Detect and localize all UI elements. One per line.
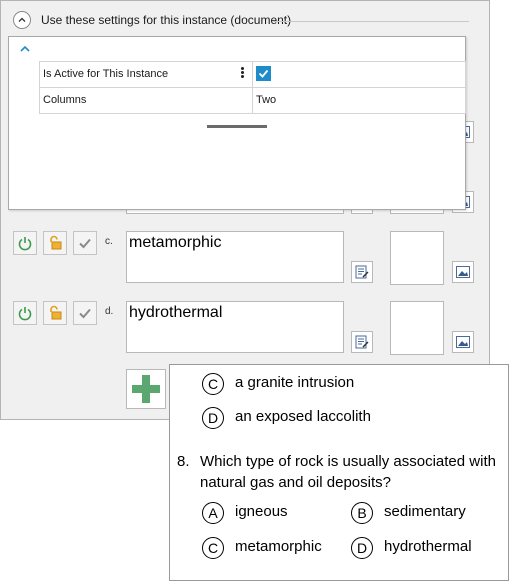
option-letter-circle: A	[202, 502, 224, 524]
mark-correct-button[interactable]	[73, 231, 97, 255]
property-name: Columns	[39, 88, 253, 113]
property-label: Columns	[43, 94, 87, 106]
toggle-active-button[interactable]	[13, 231, 37, 255]
answer-row-d-controls	[13, 301, 97, 325]
option-text: igneous	[235, 503, 288, 520]
toggle-active-button[interactable]	[13, 301, 37, 325]
power-icon	[18, 237, 32, 251]
collapse-popup-button[interactable]	[17, 41, 33, 57]
edit-answer-button-d[interactable]	[351, 331, 373, 353]
option-letter-circle: C	[202, 373, 224, 395]
checkmark-icon	[79, 308, 91, 319]
section-title: Use these settings for this instance (do…	[41, 13, 292, 27]
section-divider	[273, 21, 469, 22]
property-label: Is Active for This Instance	[43, 68, 169, 80]
property-row: Is Active for This Instance	[39, 61, 466, 88]
answer-input-d[interactable]: hydrothermal	[126, 301, 344, 353]
option-text: sedimentary	[384, 503, 466, 520]
question-number: 8.	[177, 453, 190, 470]
answer-letter: c.	[105, 236, 113, 247]
instance-settings-popup: Is Active for This Instance Columns Two	[8, 36, 466, 210]
property-grid: Is Active for This Instance Columns Two	[39, 61, 466, 114]
lock-toggle-button[interactable]	[43, 231, 67, 255]
image-button-c[interactable]	[452, 261, 474, 283]
answer-image-box-d[interactable]	[390, 301, 444, 355]
answer-letter: d.	[105, 306, 114, 317]
checkmark-icon	[79, 238, 91, 249]
image-button-d[interactable]	[452, 331, 474, 353]
property-row: Columns Two	[39, 88, 466, 114]
image-icon	[456, 266, 470, 278]
lock-toggle-button[interactable]	[43, 301, 67, 325]
collapse-section-button[interactable]	[13, 11, 31, 29]
power-icon	[18, 307, 32, 321]
option-text: hydrothermal	[384, 538, 472, 555]
checkmark-icon	[258, 69, 269, 78]
unlock-icon	[50, 305, 62, 320]
columns-value[interactable]: Two	[253, 88, 466, 113]
option-letter-circle: B	[351, 502, 373, 524]
question-preview: C a granite intrusion D an exposed lacco…	[169, 364, 509, 581]
answer-row-c-controls	[13, 231, 97, 255]
is-active-checkbox[interactable]	[256, 66, 271, 81]
resize-splitter[interactable]	[207, 125, 267, 128]
property-value	[253, 62, 466, 87]
chevron-up-icon	[18, 17, 26, 22]
edit-answer-button-c[interactable]	[351, 261, 373, 283]
unlock-icon	[50, 235, 62, 250]
option-letter-circle: D	[351, 537, 373, 559]
option-text: a granite intrusion	[235, 374, 355, 391]
plus-icon	[132, 375, 160, 403]
chevron-up-icon	[20, 45, 30, 52]
edit-note-icon	[355, 335, 369, 349]
option-text: metamorphic	[235, 538, 322, 555]
option-text: an exposed laccolith	[235, 408, 371, 425]
option-letter-circle: D	[202, 407, 224, 429]
option-letter-circle: C	[202, 537, 224, 559]
mark-correct-button[interactable]	[73, 301, 97, 325]
edit-note-icon	[355, 265, 369, 279]
section-header: Use these settings for this instance (do…	[13, 11, 469, 33]
add-answer-button[interactable]	[126, 369, 166, 409]
property-name: Is Active for This Instance	[39, 62, 253, 87]
answer-image-box-c[interactable]	[390, 231, 444, 285]
image-icon	[456, 336, 470, 348]
kebab-menu-icon[interactable]	[241, 67, 244, 79]
answer-input-c[interactable]: metamorphic	[126, 231, 344, 283]
question-text: Which type of rock is usually associated…	[200, 453, 496, 491]
